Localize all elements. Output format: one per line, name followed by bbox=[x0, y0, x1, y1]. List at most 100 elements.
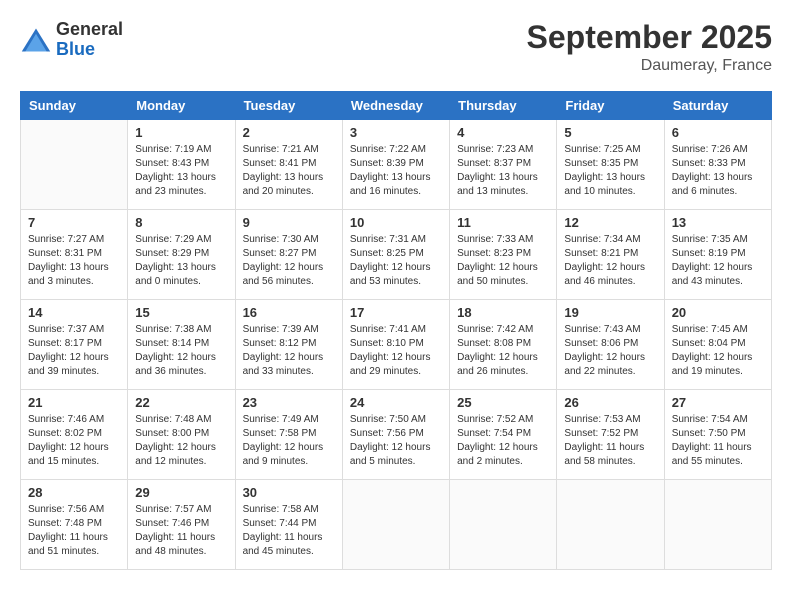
calendar-cell: 16 Sunrise: 7:39 AM Sunset: 8:12 PM Dayli… bbox=[235, 300, 342, 390]
column-header-thursday: Thursday bbox=[450, 92, 557, 120]
day-number: 28 bbox=[28, 485, 120, 500]
week-row-2: 7Sunrise: 7:27 AM Sunset: 8:31 PM Daylig… bbox=[21, 210, 772, 300]
day-number: 23 bbox=[243, 395, 335, 410]
calendar-cell bbox=[450, 480, 557, 570]
day-info: Sunrise: 7:33 AM Sunset: 8:23 PM Dayligh… bbox=[457, 233, 549, 289]
calendar-cell: 22Sunrise: 7:48 AM Sunset: 8:00 PM Dayli… bbox=[128, 390, 235, 480]
day-number: 4 bbox=[457, 125, 549, 140]
day-number: 14 bbox=[28, 305, 120, 320]
week-row-4: 21 Sunrise: 7:46 AM Sunset: 8:02 PM Dayli… bbox=[21, 390, 772, 480]
day-info: Sunrise: 7:29 AM Sunset: 8:29 PM Dayligh… bbox=[135, 233, 227, 289]
week-row-3: 14 Sunrise: 7:37 AM Sunset: 8:17 PM Dayli… bbox=[21, 300, 772, 390]
day-info: Sunrise: 7:34 AM Sunset: 8:21 PM Dayligh… bbox=[564, 233, 656, 289]
day-info: Sunrise: 7:46 AM Sunset: 8:02 PM Dayligh… bbox=[28, 413, 120, 469]
column-header-monday: Monday bbox=[128, 92, 235, 120]
day-info: Sunrise: 7:37 AM Sunset: 8:17 PM Dayligh… bbox=[28, 323, 120, 379]
calendar-cell: 8 Sunrise: 7:29 AM Sunset: 8:29 PM Daylig… bbox=[128, 210, 235, 300]
logo-icon bbox=[20, 26, 52, 54]
calendar-cell: 25 Sunrise: 7:52 AM Sunset: 7:54 PM Dayli… bbox=[450, 390, 557, 480]
calendar-header-row: SundayMondayTuesdayWednesdayThursdayFrid… bbox=[21, 92, 772, 120]
column-header-tuesday: Tuesday bbox=[235, 92, 342, 120]
column-header-wednesday: Wednesday bbox=[342, 92, 449, 120]
day-number: 1 bbox=[135, 125, 227, 140]
day-number: 12 bbox=[564, 215, 656, 230]
logo-text: General Blue bbox=[56, 20, 123, 60]
title-block: September 2025 Daumeray, France bbox=[527, 20, 772, 75]
day-info: Sunrise: 7:25 AM Sunset: 8:35 PM Dayligh… bbox=[564, 143, 656, 199]
day-info: Sunrise: 7:41 AM Sunset: 8:10 PM Dayligh… bbox=[350, 323, 442, 379]
day-info: Sunrise: 7:31 AM Sunset: 8:25 PM Dayligh… bbox=[350, 233, 442, 289]
day-info: Sunrise: 7:26 AM Sunset: 8:33 PM Dayligh… bbox=[672, 143, 764, 199]
calendar-cell: 3Sunrise: 7:22 AM Sunset: 8:39 PM Daylig… bbox=[342, 120, 449, 210]
column-header-friday: Friday bbox=[557, 92, 664, 120]
calendar-cell: 28 Sunrise: 7:56 AM Sunset: 7:48 PM Dayli… bbox=[21, 480, 128, 570]
day-info: Sunrise: 7:56 AM Sunset: 7:48 PM Dayligh… bbox=[28, 503, 120, 559]
calendar-table: SundayMondayTuesdayWednesdayThursdayFrid… bbox=[20, 91, 772, 570]
day-info: Sunrise: 7:48 AM Sunset: 8:00 PM Dayligh… bbox=[135, 413, 227, 469]
week-row-1: 1 Sunrise: 7:19 AM Sunset: 8:43 PM Daylig… bbox=[21, 120, 772, 210]
day-number: 25 bbox=[457, 395, 549, 410]
calendar-cell: 2Sunrise: 7:21 AM Sunset: 8:41 PM Daylig… bbox=[235, 120, 342, 210]
column-header-saturday: Saturday bbox=[664, 92, 771, 120]
day-info: Sunrise: 7:49 AM Sunset: 7:58 PM Dayligh… bbox=[243, 413, 335, 469]
calendar-cell: 30 Sunrise: 7:58 AM Sunset: 7:44 PM Dayli… bbox=[235, 480, 342, 570]
day-number: 29 bbox=[135, 485, 227, 500]
calendar-cell: 1 Sunrise: 7:19 AM Sunset: 8:43 PM Daylig… bbox=[128, 120, 235, 210]
calendar-cell: 15Sunrise: 7:38 AM Sunset: 8:14 PM Dayli… bbox=[128, 300, 235, 390]
calendar-cell: 13Sunrise: 7:35 AM Sunset: 8:19 PM Dayli… bbox=[664, 210, 771, 300]
day-number: 18 bbox=[457, 305, 549, 320]
day-number: 21 bbox=[28, 395, 120, 410]
calendar-cell bbox=[664, 480, 771, 570]
day-number: 17 bbox=[350, 305, 442, 320]
calendar-cell: 14 Sunrise: 7:37 AM Sunset: 8:17 PM Dayli… bbox=[21, 300, 128, 390]
week-row-5: 28 Sunrise: 7:56 AM Sunset: 7:48 PM Dayli… bbox=[21, 480, 772, 570]
day-info: Sunrise: 7:54 AM Sunset: 7:50 PM Dayligh… bbox=[672, 413, 764, 469]
day-number: 20 bbox=[672, 305, 764, 320]
calendar-cell: 18 Sunrise: 7:42 AM Sunset: 8:08 PM Dayli… bbox=[450, 300, 557, 390]
calendar-cell: 24 Sunrise: 7:50 AM Sunset: 7:56 PM Dayli… bbox=[342, 390, 449, 480]
day-number: 7 bbox=[28, 215, 120, 230]
calendar-cell: 5 Sunrise: 7:25 AM Sunset: 8:35 PM Daylig… bbox=[557, 120, 664, 210]
calendar-cell: 4 Sunrise: 7:23 AM Sunset: 8:37 PM Daylig… bbox=[450, 120, 557, 210]
day-info: Sunrise: 7:58 AM Sunset: 7:44 PM Dayligh… bbox=[243, 503, 335, 559]
day-info: Sunrise: 7:45 AM Sunset: 8:04 PM Dayligh… bbox=[672, 323, 764, 379]
day-info: Sunrise: 7:23 AM Sunset: 8:37 PM Dayligh… bbox=[457, 143, 549, 199]
day-number: 5 bbox=[564, 125, 656, 140]
calendar-cell: 9Sunrise: 7:30 AM Sunset: 8:27 PM Daylig… bbox=[235, 210, 342, 300]
day-number: 8 bbox=[135, 215, 227, 230]
calendar-cell: 17 Sunrise: 7:41 AM Sunset: 8:10 PM Dayli… bbox=[342, 300, 449, 390]
day-info: Sunrise: 7:19 AM Sunset: 8:43 PM Dayligh… bbox=[135, 143, 227, 199]
day-number: 24 bbox=[350, 395, 442, 410]
calendar-cell: 20 Sunrise: 7:45 AM Sunset: 8:04 PM Dayli… bbox=[664, 300, 771, 390]
day-info: Sunrise: 7:42 AM Sunset: 8:08 PM Dayligh… bbox=[457, 323, 549, 379]
calendar-cell: 11 Sunrise: 7:33 AM Sunset: 8:23 PM Dayli… bbox=[450, 210, 557, 300]
page-header: General Blue September 2025 Daumeray, Fr… bbox=[20, 20, 772, 75]
calendar-cell: 26Sunrise: 7:53 AM Sunset: 7:52 PM Dayli… bbox=[557, 390, 664, 480]
calendar-cell: 29Sunrise: 7:57 AM Sunset: 7:46 PM Dayli… bbox=[128, 480, 235, 570]
day-number: 10 bbox=[350, 215, 442, 230]
calendar-cell: 6 Sunrise: 7:26 AM Sunset: 8:33 PM Daylig… bbox=[664, 120, 771, 210]
day-info: Sunrise: 7:52 AM Sunset: 7:54 PM Dayligh… bbox=[457, 413, 549, 469]
calendar-cell: 7Sunrise: 7:27 AM Sunset: 8:31 PM Daylig… bbox=[21, 210, 128, 300]
day-info: Sunrise: 7:43 AM Sunset: 8:06 PM Dayligh… bbox=[564, 323, 656, 379]
calendar-cell: 12 Sunrise: 7:34 AM Sunset: 8:21 PM Dayli… bbox=[557, 210, 664, 300]
day-number: 6 bbox=[672, 125, 764, 140]
day-number: 26 bbox=[564, 395, 656, 410]
day-number: 11 bbox=[457, 215, 549, 230]
day-number: 9 bbox=[243, 215, 335, 230]
day-number: 19 bbox=[564, 305, 656, 320]
day-number: 30 bbox=[243, 485, 335, 500]
calendar-cell: 23 Sunrise: 7:49 AM Sunset: 7:58 PM Dayli… bbox=[235, 390, 342, 480]
logo: General Blue bbox=[20, 20, 123, 60]
day-info: Sunrise: 7:39 AM Sunset: 8:12 PM Dayligh… bbox=[243, 323, 335, 379]
day-info: Sunrise: 7:50 AM Sunset: 7:56 PM Dayligh… bbox=[350, 413, 442, 469]
day-number: 2 bbox=[243, 125, 335, 140]
calendar-cell: 21 Sunrise: 7:46 AM Sunset: 8:02 PM Dayli… bbox=[21, 390, 128, 480]
day-info: Sunrise: 7:38 AM Sunset: 8:14 PM Dayligh… bbox=[135, 323, 227, 379]
day-number: 16 bbox=[243, 305, 335, 320]
calendar-cell: 19 Sunrise: 7:43 AM Sunset: 8:06 PM Dayli… bbox=[557, 300, 664, 390]
day-number: 13 bbox=[672, 215, 764, 230]
calendar-cell bbox=[21, 120, 128, 210]
day-number: 3 bbox=[350, 125, 442, 140]
calendar-cell: 27Sunrise: 7:54 AM Sunset: 7:50 PM Dayli… bbox=[664, 390, 771, 480]
